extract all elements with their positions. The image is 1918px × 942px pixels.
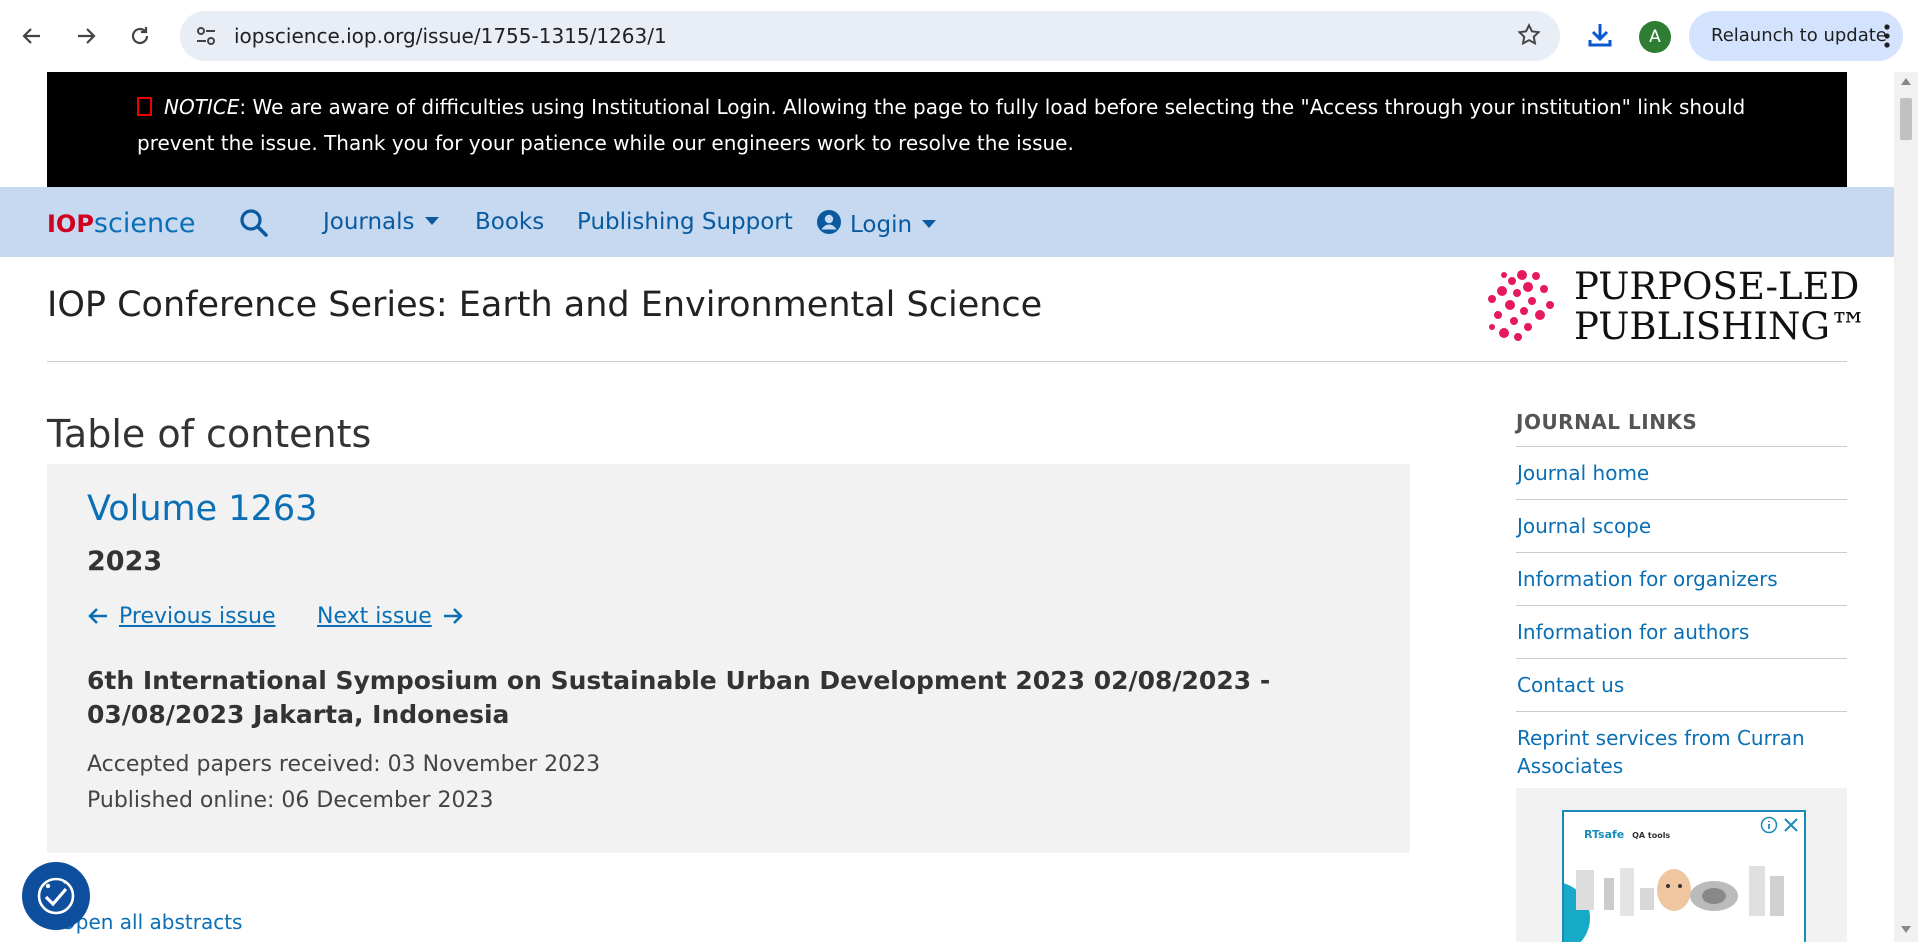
ad-info-icon[interactable]	[1760, 816, 1778, 834]
scroll-down-arrow-icon[interactable]	[1901, 926, 1911, 933]
ad-close-icon[interactable]	[1782, 816, 1800, 834]
previous-issue-link[interactable]: Previous issue	[87, 604, 275, 629]
next-issue-link[interactable]: Next issue	[317, 604, 464, 629]
toc-heading: Table of contents	[47, 412, 372, 456]
arrow-right-icon	[443, 608, 463, 624]
journal-title[interactable]: IOP Conference Series: Earth and Environ…	[47, 285, 1042, 325]
iopscience-logo[interactable]: IOPscience	[47, 209, 196, 239]
sidebar-link-reprint-services[interactable]: Reprint services from Curran Associates	[1516, 712, 1847, 792]
volume-title[interactable]: Volume 1263	[87, 489, 317, 529]
address-bar[interactable]: iopscience.iop.org/issue/1755-1315/1263/…	[180, 11, 1560, 61]
logo-science: science	[93, 208, 196, 239]
previous-issue-label: Previous issue	[119, 604, 276, 629]
arrow-left-icon	[22, 28, 40, 44]
chevron-down-icon	[922, 220, 937, 228]
notice-label: NOTICE	[164, 95, 240, 119]
site-navigation: IOPscience Journals Books Publishing Sup…	[0, 187, 1894, 257]
accessibility-widget-button[interactable]	[22, 862, 90, 930]
issue-dates: Accepted papers received: 03 November 20…	[87, 747, 600, 819]
arrow-right-icon	[78, 28, 96, 44]
sidebar-link-journal-scope[interactable]: Journal scope	[1516, 500, 1847, 553]
accepted-date: Accepted papers received: 03 November 20…	[87, 752, 601, 777]
scroll-thumb[interactable]	[1900, 98, 1912, 140]
purpose-led-publishing-text: PURPOSE-LED PUBLISHING™	[1574, 267, 1867, 347]
publishing-support-link[interactable]: Publishing Support	[577, 209, 793, 235]
journals-label: Journals	[323, 209, 415, 235]
journals-menu[interactable]: Journals	[323, 209, 439, 235]
issue-year: 2023	[87, 546, 163, 577]
notice-text: : We are aware of difficulties using Ins…	[137, 95, 1746, 155]
next-issue-label: Next issue	[317, 604, 432, 629]
sidebar-link-info-organizers[interactable]: Information for organizers	[1516, 553, 1847, 606]
sidebar-link-journal-home[interactable]: Journal home	[1516, 447, 1847, 500]
ad-product-image	[1564, 866, 1784, 942]
published-date: Published online: 06 December 2023	[87, 788, 494, 813]
site-info-icon	[197, 27, 215, 45]
issue-info-box: Volume 1263 2023 Previous issue Next iss…	[47, 464, 1410, 853]
arrow-left-icon	[88, 608, 107, 624]
back-button[interactable]	[12, 16, 52, 56]
notice-banner: NOTICE: We are aware of difficulties usi…	[47, 72, 1847, 187]
bookmark-star-icon[interactable]	[1516, 22, 1542, 48]
ppl-line-1: PURPOSE-LED	[1574, 265, 1860, 308]
advertisement-banner[interactable]: RTsafe QA tools	[1562, 810, 1806, 942]
header-divider	[47, 361, 1847, 362]
journal-links-heading: JOURNAL LINKS	[1516, 410, 1847, 447]
purpose-led-publishing-logo	[1488, 270, 1554, 341]
journal-links-sidebar: JOURNAL LINKS Journal home Journal scope…	[1516, 410, 1847, 792]
open-all-abstracts-link[interactable]: Open all abstracts	[60, 910, 242, 934]
ppl-line-2: PUBLISHING™	[1574, 305, 1867, 348]
sidebar-link-contact-us[interactable]: Contact us	[1516, 659, 1847, 712]
ad-brand: RTsafe QA tools	[1584, 828, 1670, 841]
warning-box-icon	[137, 97, 152, 116]
browser-toolbar: iopscience.iop.org/issue/1755-1315/1263/…	[0, 0, 1918, 72]
sidebar-link-info-authors[interactable]: Information for authors	[1516, 606, 1847, 659]
accessibility-icon	[37, 877, 75, 915]
books-link[interactable]: Books	[475, 209, 544, 235]
login-label: Login	[850, 212, 913, 238]
forward-button[interactable]	[66, 16, 106, 56]
page-scrollbar[interactable]	[1894, 72, 1918, 942]
ad-brand-name: RTsafe	[1584, 828, 1625, 841]
reload-icon	[131, 27, 149, 45]
page-viewport: NOTICE: We are aware of difficulties usi…	[0, 72, 1894, 942]
logo-iop: IOP	[47, 210, 94, 238]
url-text: iopscience.iop.org/issue/1755-1315/1263/…	[234, 24, 667, 48]
user-circle-icon	[817, 210, 841, 234]
reload-button[interactable]	[120, 16, 160, 56]
scroll-up-arrow-icon[interactable]	[1901, 78, 1911, 85]
chevron-down-icon	[424, 217, 439, 225]
relaunch-button[interactable]: Relaunch to update	[1689, 11, 1903, 61]
relaunch-label: Relaunch to update	[1711, 25, 1887, 46]
download-icon[interactable]	[1585, 20, 1615, 50]
search-icon	[240, 209, 268, 237]
search-button[interactable]	[238, 207, 270, 243]
advertisement-box: RTsafe QA tools	[1516, 788, 1847, 942]
more-menu-icon	[1884, 24, 1890, 48]
ad-tagline: QA tools	[1632, 831, 1671, 840]
profile-avatar[interactable]: A	[1639, 21, 1671, 53]
conference-title: 6th International Symposium on Sustainab…	[87, 666, 1271, 729]
login-menu[interactable]: Login	[816, 209, 937, 238]
